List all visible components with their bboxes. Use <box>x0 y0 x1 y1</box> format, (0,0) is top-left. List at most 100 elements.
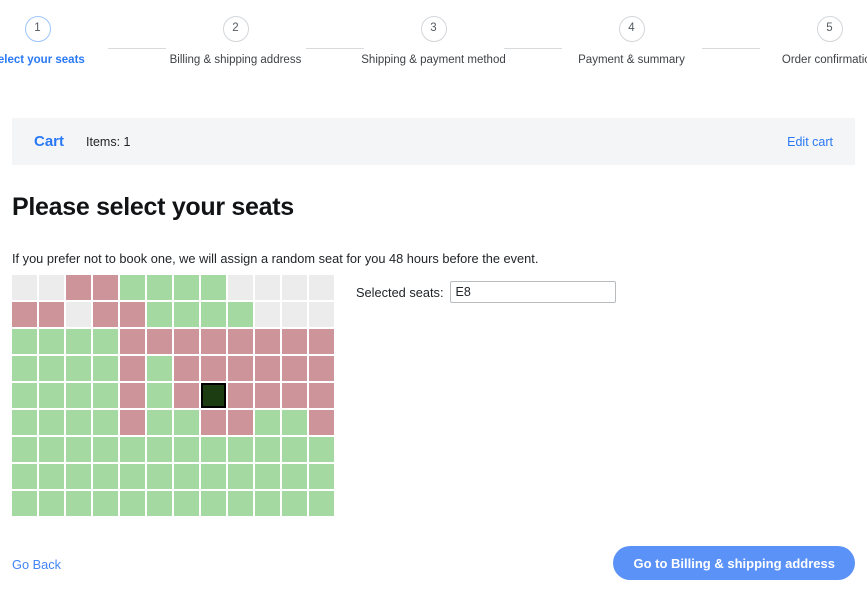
edit-cart-link[interactable]: Edit cart <box>787 135 833 149</box>
seat-E1[interactable] <box>12 383 37 408</box>
seat-D9[interactable] <box>228 356 253 381</box>
stepper-step-1[interactable]: 1Select your seats <box>0 16 108 66</box>
seat-G4[interactable] <box>93 437 118 462</box>
seat-H7[interactable] <box>174 464 199 489</box>
seat-F5[interactable] <box>120 410 145 435</box>
seat-C9[interactable] <box>228 329 253 354</box>
seat-I9[interactable] <box>228 491 253 516</box>
seat-F2[interactable] <box>39 410 64 435</box>
seat-B1[interactable] <box>12 302 37 327</box>
seat-C1[interactable] <box>12 329 37 354</box>
seat-F4[interactable] <box>93 410 118 435</box>
seat-G6[interactable] <box>147 437 172 462</box>
seat-E6[interactable] <box>147 383 172 408</box>
selected-seats-input[interactable] <box>450 281 616 303</box>
seat-I5[interactable] <box>120 491 145 516</box>
seat-F8[interactable] <box>201 410 226 435</box>
seat-F6[interactable] <box>147 410 172 435</box>
seat-D1[interactable] <box>12 356 37 381</box>
seat-I3[interactable] <box>66 491 91 516</box>
seat-I11[interactable] <box>282 491 307 516</box>
seat-F7[interactable] <box>174 410 199 435</box>
seat-B2[interactable] <box>39 302 64 327</box>
seat-H4[interactable] <box>93 464 118 489</box>
seat-G12[interactable] <box>309 437 334 462</box>
seat-D2[interactable] <box>39 356 64 381</box>
stepper-step-5[interactable]: 5Order confirmation <box>760 16 867 66</box>
seat-A8[interactable] <box>201 275 226 300</box>
stepper-step-2[interactable]: 2Billing & shipping address <box>166 16 306 66</box>
seat-E12[interactable] <box>309 383 334 408</box>
seat-B9[interactable] <box>228 302 253 327</box>
seat-B6[interactable] <box>147 302 172 327</box>
seat-A3[interactable] <box>66 275 91 300</box>
seat-G10[interactable] <box>255 437 280 462</box>
seat-E10[interactable] <box>255 383 280 408</box>
seat-I12[interactable] <box>309 491 334 516</box>
seat-E2[interactable] <box>39 383 64 408</box>
seat-F11[interactable] <box>282 410 307 435</box>
seat-H1[interactable] <box>12 464 37 489</box>
seat-H5[interactable] <box>120 464 145 489</box>
seat-C11[interactable] <box>282 329 307 354</box>
cart-link[interactable]: Cart <box>34 133 64 150</box>
seat-A7[interactable] <box>174 275 199 300</box>
seat-I8[interactable] <box>201 491 226 516</box>
seat-C5[interactable] <box>120 329 145 354</box>
seat-E9[interactable] <box>228 383 253 408</box>
seat-D10[interactable] <box>255 356 280 381</box>
seat-I7[interactable] <box>174 491 199 516</box>
seat-E7[interactable] <box>174 383 199 408</box>
seat-B5[interactable] <box>120 302 145 327</box>
seat-I2[interactable] <box>39 491 64 516</box>
seat-G5[interactable] <box>120 437 145 462</box>
seat-map-grid[interactable] <box>12 275 334 516</box>
seat-D5[interactable] <box>120 356 145 381</box>
seat-G11[interactable] <box>282 437 307 462</box>
seat-H9[interactable] <box>228 464 253 489</box>
seat-H3[interactable] <box>66 464 91 489</box>
seat-G7[interactable] <box>174 437 199 462</box>
seat-D8[interactable] <box>201 356 226 381</box>
seat-D4[interactable] <box>93 356 118 381</box>
seat-G1[interactable] <box>12 437 37 462</box>
seat-C7[interactable] <box>174 329 199 354</box>
seat-D12[interactable] <box>309 356 334 381</box>
seat-G8[interactable] <box>201 437 226 462</box>
seat-E11[interactable] <box>282 383 307 408</box>
seat-C6[interactable] <box>147 329 172 354</box>
seat-B4[interactable] <box>93 302 118 327</box>
seat-H11[interactable] <box>282 464 307 489</box>
stepper-step-4[interactable]: 4Payment & summary <box>562 16 702 66</box>
stepper-step-3[interactable]: 3Shipping & payment method <box>364 16 504 66</box>
seat-D11[interactable] <box>282 356 307 381</box>
seat-H2[interactable] <box>39 464 64 489</box>
seat-C2[interactable] <box>39 329 64 354</box>
go-to-billing-button[interactable]: Go to Billing & shipping address <box>613 546 855 580</box>
seat-I6[interactable] <box>147 491 172 516</box>
seat-H6[interactable] <box>147 464 172 489</box>
seat-A4[interactable] <box>93 275 118 300</box>
seat-A6[interactable] <box>147 275 172 300</box>
seat-F3[interactable] <box>66 410 91 435</box>
seat-G3[interactable] <box>66 437 91 462</box>
seat-C4[interactable] <box>93 329 118 354</box>
seat-A5[interactable] <box>120 275 145 300</box>
seat-E8[interactable] <box>201 383 226 408</box>
seat-C12[interactable] <box>309 329 334 354</box>
seat-F9[interactable] <box>228 410 253 435</box>
seat-H10[interactable] <box>255 464 280 489</box>
seat-E3[interactable] <box>66 383 91 408</box>
seat-B7[interactable] <box>174 302 199 327</box>
seat-C8[interactable] <box>201 329 226 354</box>
seat-D6[interactable] <box>147 356 172 381</box>
seat-F12[interactable] <box>309 410 334 435</box>
seat-H8[interactable] <box>201 464 226 489</box>
seat-D3[interactable] <box>66 356 91 381</box>
seat-I10[interactable] <box>255 491 280 516</box>
seat-D7[interactable] <box>174 356 199 381</box>
seat-I4[interactable] <box>93 491 118 516</box>
seat-F1[interactable] <box>12 410 37 435</box>
seat-E5[interactable] <box>120 383 145 408</box>
go-back-link[interactable]: Go Back <box>12 557 61 572</box>
